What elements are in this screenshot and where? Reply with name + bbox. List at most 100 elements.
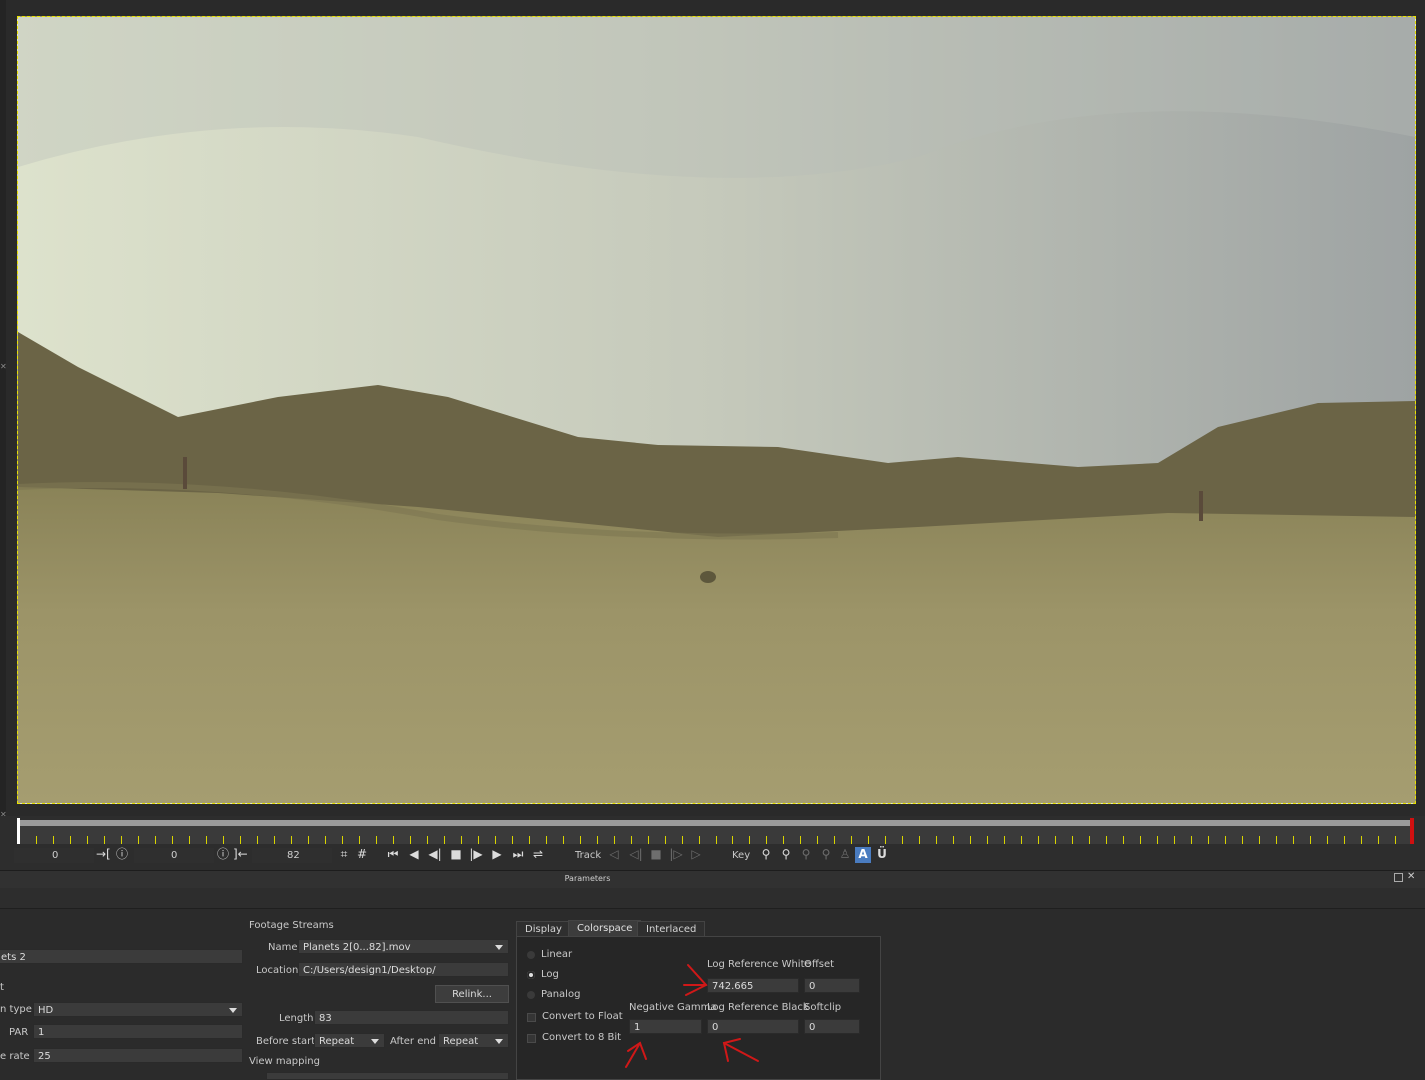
delete-keys-icon[interactable]: ♙	[837, 847, 853, 863]
length-field[interactable]: 83	[314, 1010, 509, 1025]
play-backward-icon[interactable]: ◀	[406, 847, 422, 863]
out-point-icon[interactable]: ⓘ	[215, 847, 231, 863]
softclip-label: Softclip	[804, 1002, 842, 1013]
footage-name-label: Name	[268, 942, 298, 953]
after-end-dropdown[interactable]: Repeat	[438, 1033, 509, 1048]
timeline-tick	[172, 836, 173, 844]
stop-icon[interactable]: ■	[448, 847, 464, 863]
in-point-icon[interactable]: ⓘ	[114, 847, 130, 863]
timeline-tick	[1344, 836, 1345, 844]
in-point-field[interactable]: 0	[134, 848, 214, 863]
timeline-tick	[461, 836, 462, 844]
next-key-icon[interactable]: ⚲	[778, 847, 794, 863]
tab-colorspace[interactable]: Colorspace	[568, 920, 642, 937]
convert-8bit-checkbox[interactable]	[527, 1034, 536, 1043]
timeline-tick	[410, 836, 411, 844]
timeline-tick	[427, 836, 428, 844]
end-marker[interactable]	[1410, 818, 1414, 844]
timeline-tick	[1327, 836, 1328, 844]
track-backward-icon[interactable]: ◁	[606, 847, 622, 863]
close-panel-icon[interactable]: ✕	[1407, 871, 1415, 882]
add-key-icon[interactable]: ⚲	[798, 847, 814, 863]
par-field[interactable]: 1	[33, 1024, 243, 1039]
frame-rate-field[interactable]: 25	[33, 1048, 243, 1063]
timeline-tick	[1174, 836, 1175, 844]
radio-log[interactable]	[527, 971, 535, 979]
view-mapping-field[interactable]	[266, 1072, 509, 1080]
timeline-tick	[766, 836, 767, 844]
play-forward-icon[interactable]: ▶	[489, 847, 505, 863]
current-frame-field[interactable]: 0	[14, 848, 94, 863]
timeline-tick	[1293, 836, 1294, 844]
timeline-tick	[716, 836, 717, 844]
timeline-tick	[597, 836, 598, 844]
footage-name-dropdown[interactable]: Planets 2[0...82].mov	[298, 939, 509, 954]
convert-float-checkbox[interactable]	[527, 1013, 536, 1022]
full-range-icon[interactable]: #	[354, 847, 370, 863]
go-to-end-icon[interactable]: ⏭	[510, 847, 526, 863]
go-to-start-icon[interactable]: ⏮	[385, 847, 401, 863]
node-name-field[interactable]: ets 2	[0, 949, 243, 964]
fit-range-icon[interactable]: ⌗	[336, 847, 352, 863]
timeline-tick	[732, 836, 733, 844]
timeline-tick	[1276, 836, 1277, 844]
playhead[interactable]	[17, 818, 20, 844]
radio-linear[interactable]	[527, 951, 535, 959]
timeline-tick	[189, 836, 190, 844]
relink-button[interactable]: Relink...	[435, 985, 509, 1003]
offset-field[interactable]: 0	[804, 978, 860, 993]
landscape-image	[18, 17, 1415, 803]
timeline-tick	[1242, 836, 1243, 844]
prev-key-icon[interactable]: ⚲	[758, 847, 774, 863]
timeline-tick	[512, 836, 513, 844]
timeline-tick	[376, 836, 377, 844]
set-out-icon[interactable]: ]←	[233, 847, 248, 863]
out-point-field[interactable]: 82	[252, 848, 332, 863]
tab-interlaced[interactable]: Interlaced	[637, 921, 706, 937]
before-start-dropdown[interactable]: Repeat	[314, 1033, 385, 1048]
autokey-icon[interactable]: A	[855, 847, 871, 863]
footage-frame[interactable]	[17, 16, 1416, 804]
timeline-tick	[1259, 836, 1260, 844]
track-forward-icon[interactable]: ▷	[688, 847, 704, 863]
set-in-icon[interactable]: →[	[96, 847, 111, 863]
loop-mode-icon[interactable]: ⇌	[530, 847, 546, 863]
track-label: Track	[575, 850, 602, 861]
step-forward-icon[interactable]: |▶	[468, 847, 484, 863]
timeline-tick	[121, 836, 122, 844]
step-backward-icon[interactable]: ◀|	[427, 847, 443, 863]
timeline-tick	[987, 836, 988, 844]
timeline-tick	[206, 836, 207, 844]
timeline-tick	[1208, 836, 1209, 844]
timeline-tick	[546, 836, 547, 844]
collapse-handle-icon[interactable]: ✕	[0, 362, 7, 371]
location-field[interactable]: C:/Users/design1/Desktop/	[298, 962, 509, 977]
track-step-forward-icon[interactable]: |▷	[668, 847, 684, 863]
timeline-tick	[834, 836, 835, 844]
keyframe-mode-icon[interactable]: Ü	[874, 847, 890, 863]
radio-panalog[interactable]	[527, 991, 535, 999]
timeline-tick	[614, 836, 615, 844]
timeline-tick	[138, 836, 139, 844]
remove-key-icon[interactable]: ⚲	[818, 847, 834, 863]
timeline-tick	[631, 836, 632, 844]
timeline-tick	[1361, 836, 1362, 844]
timeline-tick	[87, 836, 88, 844]
timeline-tick	[1106, 836, 1107, 844]
float-panel-icon[interactable]	[1394, 873, 1403, 882]
track-stop-icon[interactable]: ■	[648, 847, 664, 863]
track-step-backward-icon[interactable]: ◁|	[628, 847, 644, 863]
arrow-white-head	[685, 964, 708, 996]
tab-display[interactable]: Display	[516, 921, 571, 937]
timeline-tick	[851, 836, 852, 844]
timeline-tick	[1310, 836, 1311, 844]
timeline-tick	[970, 836, 971, 844]
timeline-tick	[953, 836, 954, 844]
softclip-field[interactable]: 0	[804, 1019, 860, 1034]
timeline-tick	[1021, 836, 1022, 844]
timeline-tick	[342, 836, 343, 844]
format-type-dropdown[interactable]: HD	[33, 1002, 243, 1017]
timeline-tick	[70, 836, 71, 844]
timeline-tick	[104, 836, 105, 844]
timeline-tick	[885, 836, 886, 844]
